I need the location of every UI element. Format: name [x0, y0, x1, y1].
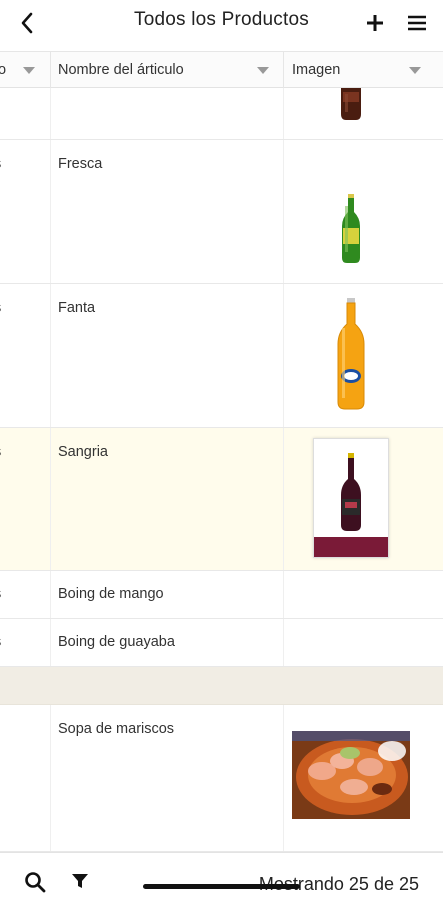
sort-caret-icon[interactable]: [23, 67, 35, 74]
seafood-soup-photo-icon: [292, 731, 410, 819]
column-header-name[interactable]: Nombre del árticulo: [58, 52, 184, 88]
cell-col0: s: [0, 156, 1, 172]
menu-button[interactable]: [405, 11, 429, 35]
table-row[interactable]: s Fanta: [0, 284, 443, 428]
product-name: Boing de mango: [58, 586, 164, 602]
column-header-0[interactable]: o: [0, 52, 6, 88]
product-image: [313, 438, 389, 558]
product-name: Sopa de mariscos: [58, 721, 175, 737]
sort-caret-icon[interactable]: [409, 67, 421, 74]
column-header-row: o Nombre del árticulo Imagen: [0, 52, 443, 88]
top-bar: Todos los Productos: [0, 0, 443, 52]
hamburger-icon: [408, 15, 426, 31]
product-image: [340, 194, 362, 264]
column-header-0-label: o: [0, 62, 7, 78]
fanta-bottle-icon: [337, 298, 365, 410]
sort-caret-icon[interactable]: [257, 67, 269, 74]
fresca-bottle-icon: [342, 194, 360, 263]
product-image: [292, 731, 410, 819]
product-name: Boing de guayaba: [58, 634, 175, 650]
group-header-row[interactable]: [0, 667, 443, 705]
home-indicator[interactable]: [143, 884, 300, 889]
table-row[interactable]: [0, 88, 443, 140]
filter-icon: [72, 874, 88, 888]
table-row[interactable]: s Sangria: [0, 428, 443, 571]
product-name: Fanta: [58, 300, 96, 316]
column-header-image[interactable]: Imagen: [292, 52, 340, 88]
search-icon: [25, 872, 46, 893]
cola-bottle-icon: [341, 88, 361, 120]
product-name: Fresca: [58, 156, 103, 172]
product-name: Sangria: [58, 444, 108, 460]
cell-col0: s: [0, 444, 1, 460]
column-header-name-label: Nombre del árticulo: [58, 62, 184, 78]
filter-button[interactable]: [70, 871, 92, 893]
bottom-bar: Mostrando 25 de 25: [0, 852, 443, 900]
add-button[interactable]: [363, 11, 387, 35]
cell-col0: s: [0, 586, 1, 602]
cell-col0: s: [0, 634, 1, 650]
plus-icon: [367, 15, 383, 31]
product-image: [336, 298, 366, 410]
table-row[interactable]: Sopa de mariscos: [0, 705, 443, 852]
table-row[interactable]: s Fresca: [0, 140, 443, 284]
sangria-bottle-icon: [314, 453, 388, 557]
cell-col0: s: [0, 300, 1, 316]
column-header-image-label: Imagen: [292, 62, 341, 78]
table-row[interactable]: s Boing de mango: [0, 571, 443, 619]
table-row[interactable]: s Boing de guayaba: [0, 619, 443, 667]
product-table: s Fresca s Fanta: [0, 88, 443, 852]
search-button[interactable]: [24, 871, 46, 893]
product-image: [337, 88, 365, 122]
